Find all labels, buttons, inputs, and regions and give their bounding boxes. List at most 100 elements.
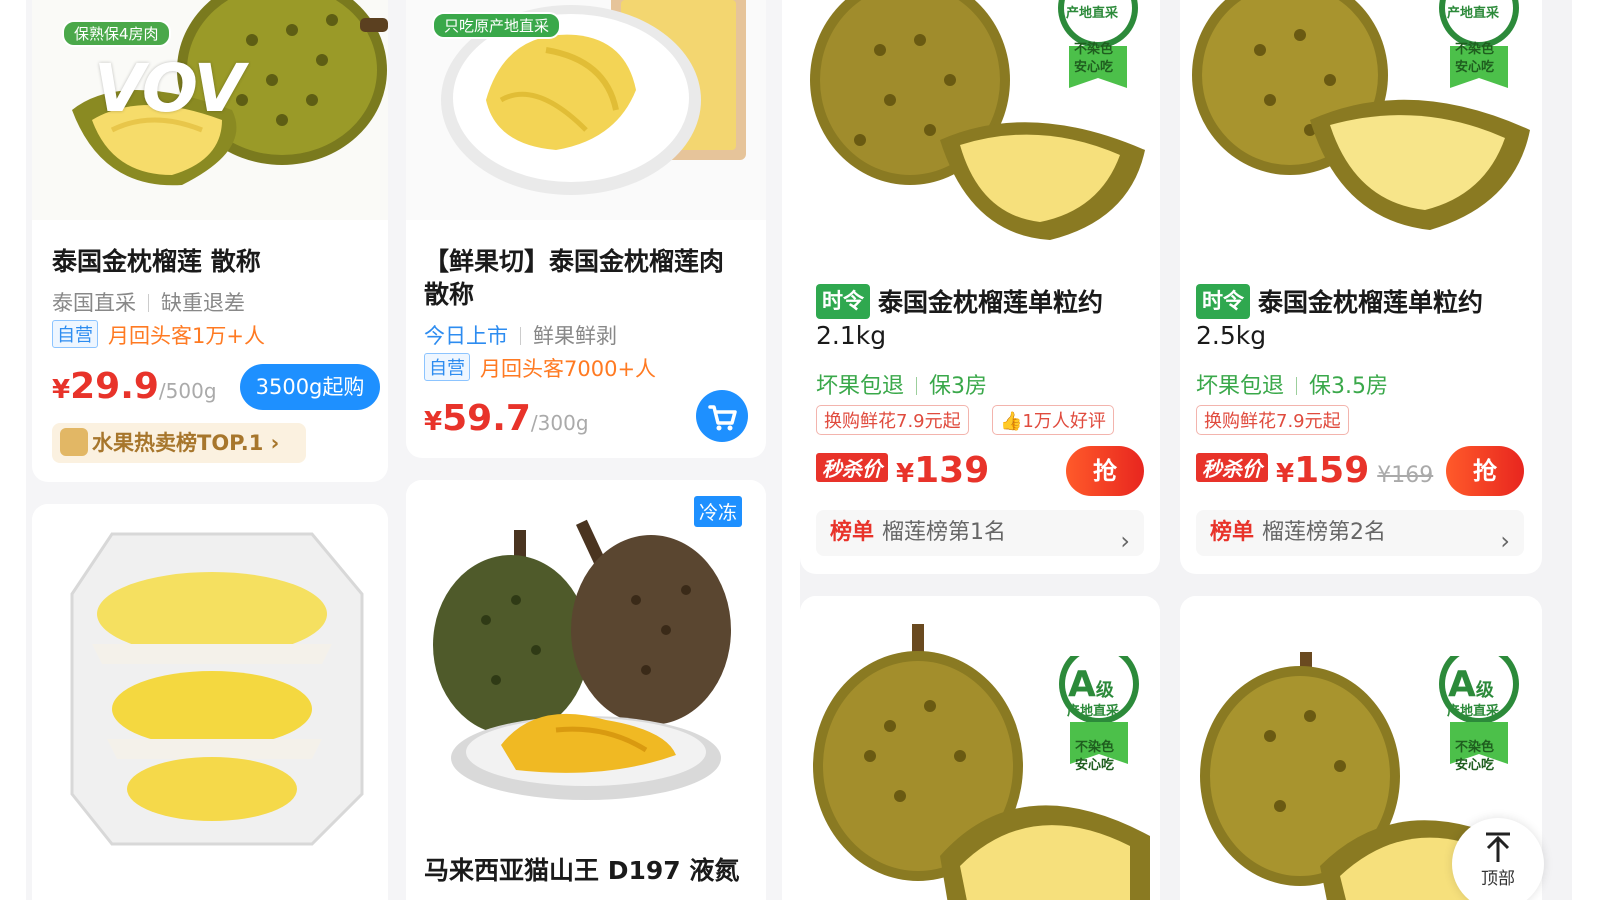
title-line-1: 泰国金枕榴莲单粒约 [878,288,1104,317]
segments-guarantee: 保3.5房 [1309,374,1389,399]
product-card-fresh-cut-durian[interactable]: 只吃原产地直采 【鲜果切】泰国金枕榴莲肉散称 今日上市 鲜果鲜剥 自营 月回头客70… [406,0,766,458]
grade-guarantee-1: 不染色 [1074,42,1114,57]
product-card-boxed-durian[interactable] [32,504,388,900]
price-unit: /500g [158,379,217,403]
frozen-badge: 冷冻 [694,496,743,527]
price-unit: /300g [530,411,589,435]
grade-text: 产地直采 [1067,704,1120,719]
grade-guarantee-1: 不染色 [1075,740,1115,755]
original-price: ¥169 [1377,463,1434,488]
product-title[interactable]: 时令 泰国金枕榴莲单粒约 2.5kg [1196,284,1536,352]
trophy-icon [60,428,88,456]
grade-suffix: 级 [1095,680,1114,701]
product-card-durian-2-5kg[interactable]: 产地直采 不染色 安心吃 时令 泰国金枕榴莲单粒约 2.5kg 坏果包退 保3.5房 … [1180,0,1542,574]
ranking-label: 榜单 [1210,520,1255,545]
currency-symbol: ¥ [52,375,71,405]
ranking-label: 榜单 [830,520,875,545]
grade-guarantee-1: 不染色 [1455,42,1495,57]
grab-button[interactable]: 抢 [1066,446,1144,496]
price-value: 159 [1294,450,1370,491]
listing-label: 今日上市 [424,324,508,348]
musang-king-image [406,480,766,840]
product-card-durian-lower-left[interactable]: A级 产地直采 不染色 安心吃 [800,596,1160,900]
flash-sale-price: 秒杀价 ¥159 ¥169 [1196,450,1433,491]
product-title[interactable]: 泰国金枕榴莲 散称 [52,245,261,278]
guarantee-row: 坏果包退 保3.5房 [1196,368,1388,400]
repeat-customers: 月回头客7000+人 [480,357,657,381]
grade-guarantee-1: 不染色 [1455,740,1495,755]
right-product-panel: 产地直采 不染色 安心吃 时令 泰国金枕榴莲单粒约 2.1kg 坏果包退 保3房 换购… [800,0,1572,900]
grade-guarantee-2: 安心吃 [1455,60,1495,75]
hot-sale-rank-chip[interactable]: 水果热卖榜TOP.1 › [52,423,306,463]
self-operated-tag: 自营 [424,353,470,381]
grade-text: 产地直采 [1447,6,1500,21]
flower-exchange-promo[interactable]: 换购鲜花7.9元起 [1196,405,1349,435]
self-operated-tag: 自营 [52,320,98,348]
bad-fruit-refund: 坏果包退 [1196,374,1285,399]
image-tag-origin: 只吃原产地直采 [432,12,562,39]
product-card-durian-2-1kg[interactable]: 产地直采 不染色 安心吃 时令 泰国金枕榴莲单粒约 2.1kg 坏果包退 保3房 换购… [800,0,1160,574]
ranking-row[interactable]: 榜单 榴莲榜第2名 › [1196,510,1524,556]
repeat-customers: 月回头客1万+人 [108,324,265,348]
rank-chip-label: 水果热卖榜TOP.1 › [92,431,280,455]
repeat-customers-row: 自营 月回头客7000+人 [424,353,656,383]
grade-letter-text: A [1448,664,1476,705]
product-title[interactable]: 马来西亚猫山王 D197 液氮 [424,854,739,887]
currency-symbol: ¥ [424,407,443,437]
grade-text: 产地直采 [1066,6,1119,21]
divider [916,377,918,395]
grade-letter: A级 [1068,664,1114,705]
boxed-durian-image [32,504,388,864]
reviews-promo[interactable]: 👍1万人好评 [992,405,1114,435]
seasonal-badge: 时令 [816,284,870,319]
grade-guarantee-2: 安心吃 [1075,758,1115,773]
flash-sale-price: 秒杀价 ¥139 [816,450,989,491]
add-to-cart-button[interactable] [696,390,748,442]
flower-exchange-promo[interactable]: 换购鲜花7.9元起 [816,405,969,435]
grab-button[interactable]: 抢 [1446,446,1524,496]
title-line-2: 2.1kg [816,321,887,350]
grade-letter: A级 [1448,664,1494,705]
reviews-count: 1万人好评 [1022,411,1106,432]
thumbs-up-icon: 👍 [1000,411,1023,432]
grade-suffix: 级 [1475,680,1494,701]
back-to-top-button[interactable]: 顶部 [1452,818,1544,900]
ranking-text: 榴莲榜第2名 [1262,520,1387,545]
ranking-row[interactable]: 榜单 榴莲榜第1名 › [816,510,1144,556]
product-subtitle: 泰国直采 缺重退差 [52,287,245,317]
price: ¥29.9/500g [52,366,217,407]
product-title[interactable]: 时令 泰国金枕榴莲单粒约 2.1kg [816,284,1156,352]
product-title[interactable]: 【鲜果切】泰国金枕榴莲肉散称 [424,245,744,311]
grade-letter-text: A [1068,664,1096,705]
seasonal-badge: 时令 [1196,284,1250,319]
currency-symbol: ¥ [896,459,915,489]
flash-sale-tag: 秒杀价 [816,453,888,482]
chevron-right-icon: › [1500,527,1510,555]
divider [1296,377,1298,395]
back-to-top-label: 顶部 [1481,869,1515,889]
product-subtitle: 今日上市 鲜果鲜剥 [424,320,617,350]
title-line-1: 泰国金枕榴莲单粒约 [1258,288,1484,317]
divider [148,294,149,312]
bad-fruit-refund: 坏果包退 [816,374,905,399]
refund-label: 缺重退差 [161,291,245,315]
ranking-text: 榴莲榜第1名 [882,520,1007,545]
fresh-peeled-label: 鲜果鲜剥 [533,324,617,348]
left-product-panel: 保熟保4房肉 泰国金枕榴莲 散称 泰国直采 缺重退差 自营 月回头客1万+人 ¥29… [26,0,782,900]
price: ¥59.7/300g [424,398,589,439]
price-value: 29.9 [70,366,159,407]
repeat-customers-row: 自营 月回头客1万+人 [52,320,265,350]
price-value: 139 [914,450,990,491]
chevron-right-icon: › [1120,527,1130,555]
flash-sale-tag: 秒杀价 [1196,453,1268,482]
shopping-cart-icon [708,405,737,431]
product-card-musang-king[interactable]: 冷冻 马来西亚猫山王 D197 液氮 [406,480,766,900]
segments-guarantee: 保3房 [929,374,988,399]
min-purchase-button[interactable]: 3500g起购 [240,364,380,410]
currency-symbol: ¥ [1276,459,1295,489]
divider [520,327,521,345]
grade-guarantee-2: 安心吃 [1074,60,1114,75]
grade-guarantee-2: 安心吃 [1455,758,1495,773]
title-line-2: 2.5kg [1196,321,1267,350]
grade-text: 产地直采 [1447,704,1500,719]
